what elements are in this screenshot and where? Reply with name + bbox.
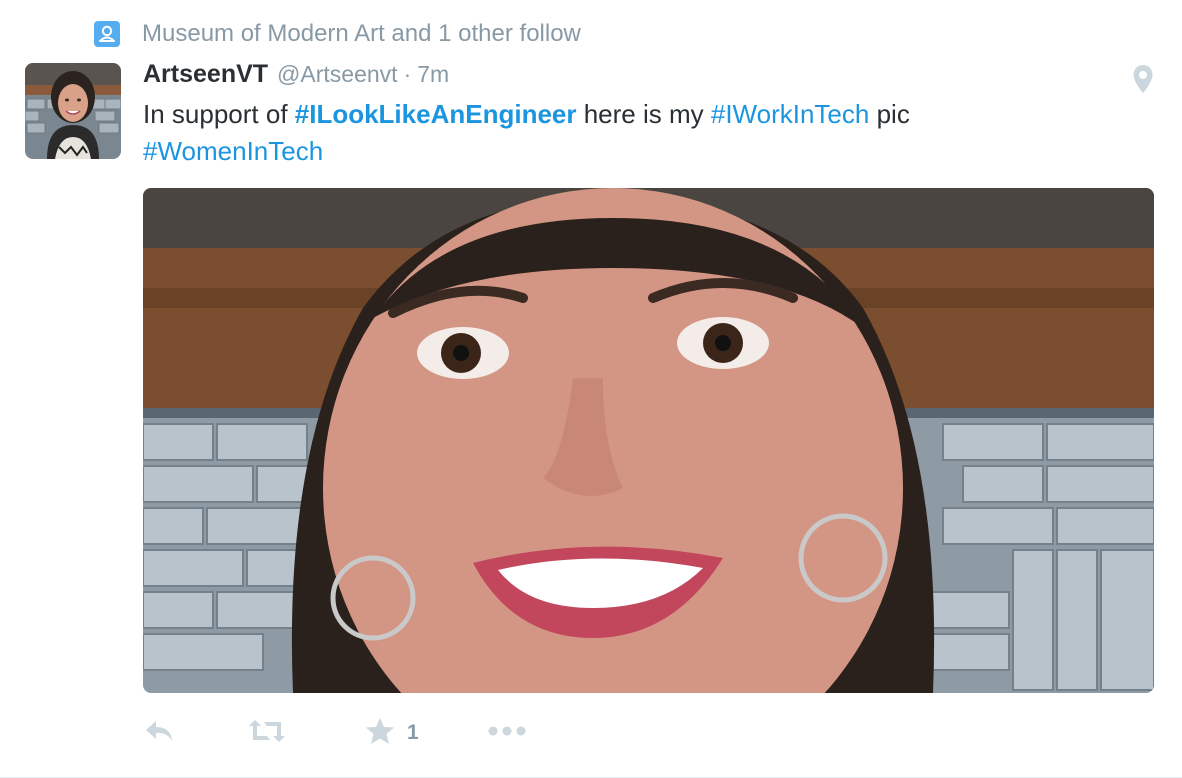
tweet-text-part: In support of bbox=[143, 99, 295, 129]
tweet-timestamp[interactable]: 7m bbox=[417, 61, 449, 88]
author-name[interactable]: ArtseenVT bbox=[143, 60, 268, 89]
tweet-header: ArtseenVT @Artseenvt · 7m bbox=[143, 60, 449, 94]
tweet-card[interactable]: Museum of Modern Art and 1 other follow bbox=[0, 0, 1182, 778]
more-button[interactable] bbox=[487, 715, 547, 751]
social-context: Museum of Modern Art and 1 other follow bbox=[94, 18, 581, 50]
hashtag-link[interactable]: #ILookLikeAnEngineer bbox=[295, 99, 577, 129]
tweet-actions: 1 bbox=[143, 715, 547, 751]
favorite-button[interactable]: 1 bbox=[365, 715, 487, 751]
author-handle[interactable]: @Artseenvt bbox=[277, 61, 398, 88]
reply-button[interactable] bbox=[143, 715, 245, 751]
context-text[interactable]: Museum of Modern Art and 1 other follow bbox=[142, 20, 581, 48]
map-pin-icon[interactable] bbox=[1132, 64, 1154, 94]
tweet-media-photo[interactable] bbox=[143, 188, 1154, 693]
favorite-count: 1 bbox=[407, 721, 419, 744]
tweet-text: In support of #ILookLikeAnEngineer here … bbox=[143, 96, 1123, 170]
star-icon bbox=[365, 717, 395, 750]
hashtag-link[interactable]: #IWorkInTech bbox=[711, 99, 869, 129]
header-separator: · bbox=[403, 61, 412, 87]
hashtag-link[interactable]: #WomenInTech bbox=[143, 136, 323, 166]
reply-icon bbox=[143, 717, 175, 750]
retweet-icon bbox=[245, 717, 289, 750]
tweet-text-part: pic bbox=[869, 99, 910, 129]
tweet-text-part: here is my bbox=[576, 99, 711, 129]
more-dots-icon bbox=[487, 724, 527, 742]
avatar[interactable] bbox=[25, 63, 121, 159]
person-follow-icon bbox=[94, 21, 120, 47]
retweet-button[interactable] bbox=[245, 715, 365, 751]
